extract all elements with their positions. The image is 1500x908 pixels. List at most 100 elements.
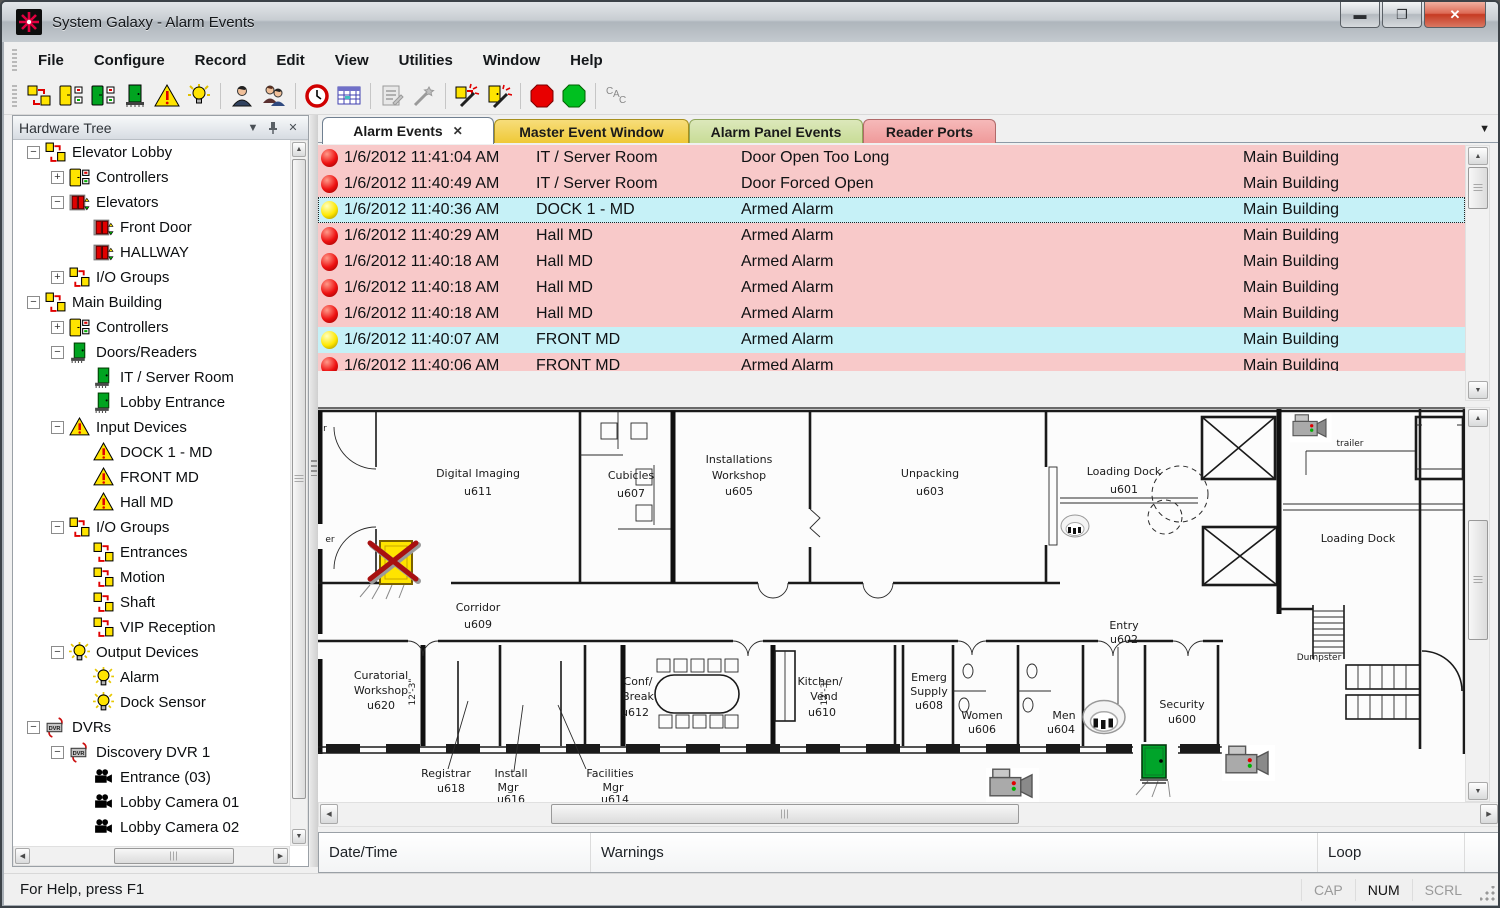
stop-polling-icon[interactable] [526,81,558,111]
controllers-icon[interactable] [55,81,87,111]
event-row[interactable]: 1/6/2012 11:40:18 AMHall MDArmed AlarmMa… [318,301,1465,327]
floorplan-view[interactable]: Digital Imaging u611 Cubicles u607 Insta… [318,407,1465,802]
smoke-detector-icon[interactable] [1061,515,1089,537]
expand-icon[interactable]: + [51,321,64,334]
tree-item-controllers[interactable]: +Controllers [13,315,290,340]
tab-alarm-events[interactable]: Alarm Events ✕ [322,117,494,144]
cac-icon[interactable]: CAC [601,81,633,111]
tree-item-lobby-camera-02[interactable]: Lobby Camera 02 [13,815,290,840]
event-row[interactable]: 1/6/2012 11:40:18 AMHall MDArmed AlarmMa… [318,249,1465,275]
tree-item-entrance-03[interactable]: Entrance (03) [13,765,290,790]
tree-item-shaft[interactable]: Shaft [13,590,290,615]
collapse-icon[interactable]: − [51,521,64,534]
tree-item-alarm[interactable]: Alarm [13,665,290,690]
tree-item-input-devices[interactable]: −Input Devices [13,415,290,440]
cardholders-icon[interactable] [226,81,258,111]
menu-help[interactable]: Help [555,45,618,76]
tree-item-main-building[interactable]: −Main Building [13,290,290,315]
menu-view[interactable]: View [320,45,384,76]
secure-door-icon[interactable] [1140,745,1168,783]
tree-item-motion[interactable]: Motion [13,565,290,590]
collapse-icon[interactable]: − [51,196,64,209]
tab-overflow-button[interactable]: ▼ [1479,123,1490,135]
time-schedules-icon[interactable] [301,81,333,111]
menu-configure[interactable]: Configure [79,45,180,76]
smoke-detector-icon[interactable] [1083,701,1125,734]
menu-record[interactable]: Record [180,45,262,76]
tree-item-dock-1-md[interactable]: DOCK 1 - MD [13,440,290,465]
expand-icon[interactable]: + [51,271,64,284]
floorplan-vertical-scrollbar[interactable]: ▲ ▼ [1465,407,1490,802]
restore-button[interactable]: ❐ [1382,2,1422,28]
hardware-loops-icon[interactable] [23,81,55,111]
operators-icon[interactable] [258,81,290,111]
event-table-scrollbar[interactable]: ▲ ▼ [1465,145,1490,401]
output-devices-icon[interactable] [183,81,215,111]
menu-window[interactable]: Window [468,45,555,76]
col-loop[interactable]: Loop [1318,833,1465,872]
tree-item-i-o-groups[interactable]: −I/O Groups [13,515,290,540]
menu-edit[interactable]: Edit [261,45,319,76]
badge-disabled-icon[interactable] [408,81,440,111]
tree-item-doors-readers[interactable]: −Doors/Readers [13,340,290,365]
menu-utilities[interactable]: Utilities [384,45,468,76]
reports-disabled-icon[interactable] [376,81,408,111]
collapse-icon[interactable]: − [27,146,40,159]
tree-item-elevator-lobby[interactable]: −Elevator Lobby [13,140,290,165]
tree-item-lobby-entrance[interactable]: Lobby Entrance [13,390,290,415]
menubar-grip[interactable] [12,49,17,71]
alarm-door-icon[interactable] [370,541,418,584]
tree-vertical-scrollbar[interactable]: ▲ ▼ [290,140,308,846]
camera-icon[interactable] [986,768,1039,802]
title-bar[interactable]: System Galaxy - Alarm Events ▬ ❐ ✕ [2,2,1498,42]
event-row[interactable]: 1/6/2012 11:40:06 AMFRONT MDArmed AlarmM… [318,353,1465,371]
collapse-icon[interactable]: − [27,721,40,734]
event-row[interactable]: 1/6/2012 11:40:36 AMDOCK 1 - MDArmed Ala… [318,197,1465,223]
tree-item-i-o-groups[interactable]: +I/O Groups [13,265,290,290]
pin-icon[interactable] [264,120,282,136]
panel-splitter[interactable] [310,115,318,867]
tree-item-output-devices[interactable]: −Output Devices [13,640,290,665]
loop-wizard-icon[interactable] [451,81,483,111]
expand-icon[interactable]: + [51,171,64,184]
tab-alarm-panel-events[interactable]: Alarm Panel Events [689,119,863,143]
tree-item-dock-sensor[interactable]: Dock Sensor [13,690,290,715]
doors-icon[interactable] [119,81,151,111]
tree-item-controllers[interactable]: +Controllers [13,165,290,190]
event-row[interactable]: 1/6/2012 11:40:18 AMHall MDArmed AlarmMa… [318,275,1465,301]
tree-item-dvrs[interactable]: −DVRDVRs [13,715,290,740]
tab-master-event-window[interactable]: Master Event Window [494,119,689,143]
minimize-button[interactable]: ▬ [1340,2,1380,28]
close-panel-icon[interactable]: ✕ [284,120,302,136]
menu-file[interactable]: File [23,45,79,76]
tree-item-hallway[interactable]: HALLWAY [13,240,290,265]
tree-item-entrances[interactable]: Entrances [13,540,290,565]
chevron-down-icon[interactable]: ▼ [244,120,262,136]
event-row[interactable]: 1/6/2012 11:40:29 AMHall MDArmed AlarmMa… [318,223,1465,249]
close-button[interactable]: ✕ [1424,2,1486,28]
tree-item-lobby-camera-01[interactable]: Lobby Camera 01 [13,790,290,815]
floorplan-horizontal-scrollbar[interactable]: ◀ ▶ [318,802,1500,827]
camera-icon[interactable] [1222,745,1275,781]
event-row[interactable]: 1/6/2012 11:40:49 AMIT / Server RoomDoor… [318,171,1465,197]
tree-item-discovery-dvr-1[interactable]: −DVRDiscovery DVR 1 [13,740,290,765]
tree-item-it-server-room[interactable]: IT / Server Room [13,365,290,390]
holidays-icon[interactable] [333,81,365,111]
tab-close-icon[interactable]: ✕ [453,124,463,138]
door-wizard-icon[interactable] [483,81,515,111]
readers-icon[interactable] [87,81,119,111]
collapse-icon[interactable]: − [27,296,40,309]
event-row[interactable]: 1/6/2012 11:40:07 AMFRONT MDArmed AlarmM… [318,327,1465,353]
col-date-time[interactable]: Date/Time [319,833,591,872]
tree-horizontal-scrollbar[interactable]: ◀ ▶ [13,846,290,866]
tab-reader-ports[interactable]: Reader Ports [863,119,996,143]
toolbar-grip[interactable] [12,85,17,107]
tree-item-elevators[interactable]: −Elevators [13,190,290,215]
tree-item-vip-reception[interactable]: VIP Reception [13,615,290,640]
collapse-icon[interactable]: − [51,746,64,759]
tree-item-hall-md[interactable]: Hall MD [13,490,290,515]
input-devices-icon[interactable] [151,81,183,111]
collapse-icon[interactable]: − [51,421,64,434]
start-polling-icon[interactable] [558,81,590,111]
col-warnings[interactable]: Warnings [591,833,1318,872]
